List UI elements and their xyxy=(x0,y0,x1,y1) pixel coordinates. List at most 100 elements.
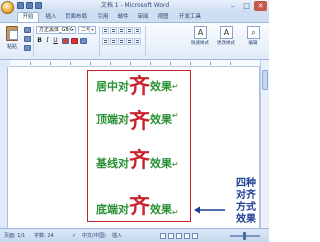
chevron-down-icon: ▾ xyxy=(69,27,75,33)
decrease-indent-icon[interactable] xyxy=(126,27,133,34)
tab-mailings[interactable]: 邮件 xyxy=(115,13,131,22)
draft-view-icon[interactable] xyxy=(192,233,198,239)
numbering-icon[interactable] xyxy=(110,27,117,34)
ribbon-tabs: 开始 插入 页面布局 引用 邮件 审阅 视图 开发工具 xyxy=(0,12,269,23)
align-right-icon[interactable] xyxy=(118,38,125,45)
tab-developer[interactable]: 开发工具 xyxy=(175,13,205,22)
large-char: 齐 xyxy=(129,73,150,98)
paste-label: 粘贴 xyxy=(6,44,17,50)
increase-indent-icon[interactable] xyxy=(134,27,141,34)
editing-label: 编辑 xyxy=(248,41,258,46)
copy-icon[interactable] xyxy=(24,36,31,42)
annotation-text: 四种 对齐 方式 效果 xyxy=(236,178,256,225)
ruler-tick xyxy=(190,62,191,65)
page-count[interactable]: 页面: 1/1 xyxy=(4,229,25,242)
quick-styles-label: 快速样式 xyxy=(191,41,209,46)
language-indicator[interactable]: 中文(中国) xyxy=(82,229,106,242)
status-bar: 页面: 1/1 字数: 24 ✓ 中文(中国) 插入 xyxy=(0,228,269,242)
line-spacing-icon[interactable] xyxy=(134,38,141,45)
maximize-button[interactable]: □ xyxy=(240,1,253,11)
tab-insert[interactable]: 插入 xyxy=(43,13,59,22)
vertical-ruler[interactable] xyxy=(0,67,7,228)
group-separator xyxy=(33,26,34,56)
paragraph-mark-icon: ↵ xyxy=(172,208,179,217)
ruler-tick xyxy=(90,62,91,65)
font-name-value: 方正黑体_GBK xyxy=(39,27,73,33)
binoculars-icon: ⌕ xyxy=(247,26,260,39)
editing-button[interactable]: ⌕ 编辑 xyxy=(243,25,263,55)
char-shading-icon[interactable] xyxy=(80,38,87,44)
bold-button[interactable]: B xyxy=(36,37,43,45)
line-lead-text: 顶端对 xyxy=(96,113,129,126)
group-separator xyxy=(145,26,146,56)
paragraph-mark-icon: ↵ xyxy=(172,111,179,120)
line-top-align: 顶端对 齐 效果 ↵ xyxy=(96,111,196,135)
tab-review[interactable]: 审阅 xyxy=(135,13,151,22)
format-painter-icon[interactable] xyxy=(24,45,31,51)
font-name-select[interactable]: 方正黑体_GBK ▾ xyxy=(36,26,76,34)
styles-icon: A xyxy=(194,26,207,39)
ruler-tick xyxy=(130,62,131,65)
tab-view[interactable]: 视图 xyxy=(155,13,171,22)
change-styles-button[interactable]: A 更改样式 xyxy=(216,25,236,55)
line-tail-text: 效果 xyxy=(150,203,172,216)
line-lead-text: 居中对 xyxy=(96,80,129,93)
multilevel-list-icon[interactable] xyxy=(118,27,125,34)
line-tail-text: 效果 xyxy=(150,80,172,93)
undo-icon[interactable] xyxy=(26,2,33,9)
zoom-slider-thumb[interactable] xyxy=(243,232,246,240)
italic-button[interactable]: I xyxy=(44,37,51,45)
horizontal-ruler[interactable] xyxy=(10,60,260,67)
font-color-icon[interactable] xyxy=(71,38,78,44)
scrollbar-thumb[interactable] xyxy=(262,70,268,90)
ruler-tick xyxy=(50,62,51,65)
font-size-select[interactable]: 二号 ▾ xyxy=(78,26,96,34)
outline-view-icon[interactable] xyxy=(184,233,190,239)
line-tail-text: 效果 xyxy=(150,113,172,126)
large-char: 齐 xyxy=(129,109,150,133)
tab-home[interactable]: 开始 xyxy=(17,12,39,22)
chevron-down-icon: ▾ xyxy=(89,27,95,33)
cut-icon[interactable] xyxy=(24,27,31,33)
proofing-icon[interactable]: ✓ xyxy=(72,229,76,242)
office-button[interactable] xyxy=(1,1,14,14)
save-icon[interactable] xyxy=(17,2,24,9)
ruler-tick xyxy=(230,62,231,65)
line-lead-text: 底端对 xyxy=(96,203,129,216)
change-styles-icon: A xyxy=(220,26,233,39)
ruler-tick xyxy=(210,62,211,65)
ribbon: 粘贴 方正黑体_GBK ▾ 二号 ▾ B I U A 快速样式 A 更改样式 ⌕… xyxy=(0,23,269,60)
vertical-scrollbar[interactable] xyxy=(260,60,269,228)
tab-references[interactable]: 引用 xyxy=(95,13,111,22)
full-screen-view-icon[interactable] xyxy=(168,233,174,239)
quick-styles-button[interactable]: A 快速样式 xyxy=(190,25,210,55)
web-layout-view-icon[interactable] xyxy=(176,233,182,239)
ruler-tick xyxy=(110,62,111,65)
window-title: 文档 1 - Microsoft Word xyxy=(100,2,170,9)
line-tail-text: 效果 xyxy=(150,157,172,170)
text-highlight-icon[interactable] xyxy=(62,38,69,44)
redo-icon[interactable] xyxy=(35,2,42,9)
line-baseline-align: 基线对 齐 效果 ↵ xyxy=(96,150,196,174)
title-bar: 文档 1 - Microsoft Word – □ ✕ xyxy=(0,0,269,14)
minimize-button[interactable]: – xyxy=(226,1,239,11)
word-window: 文档 1 - Microsoft Word – □ ✕ 开始 插入 页面布局 引… xyxy=(0,0,269,242)
line-bottom-align: 底端对 齐 效果 ↵ xyxy=(96,193,196,218)
bullets-icon[interactable] xyxy=(102,27,109,34)
underline-button[interactable]: U xyxy=(52,37,59,45)
large-char: 齐 xyxy=(129,194,150,218)
ruler-tick xyxy=(70,62,71,65)
align-left-icon[interactable] xyxy=(102,38,109,45)
ruler-tick xyxy=(170,62,171,65)
group-separator xyxy=(99,26,100,56)
tab-page-layout[interactable]: 页面布局 xyxy=(61,13,91,22)
insert-mode[interactable]: 插入 xyxy=(112,229,122,242)
align-center-icon[interactable] xyxy=(110,38,117,45)
paste-button[interactable]: 粘贴 xyxy=(2,25,22,53)
justify-icon[interactable] xyxy=(126,38,133,45)
document-page[interactable]: 居中对 齐 效果 ↵ 顶端对 齐 效果 ↵ 基线对 齐 效果 ↵ 底端对 齐 效… xyxy=(8,67,259,228)
close-button[interactable]: ✕ xyxy=(254,1,267,11)
word-count[interactable]: 字数: 24 xyxy=(34,229,54,242)
print-layout-view-icon[interactable] xyxy=(160,233,166,239)
ruler-tick xyxy=(150,62,151,65)
